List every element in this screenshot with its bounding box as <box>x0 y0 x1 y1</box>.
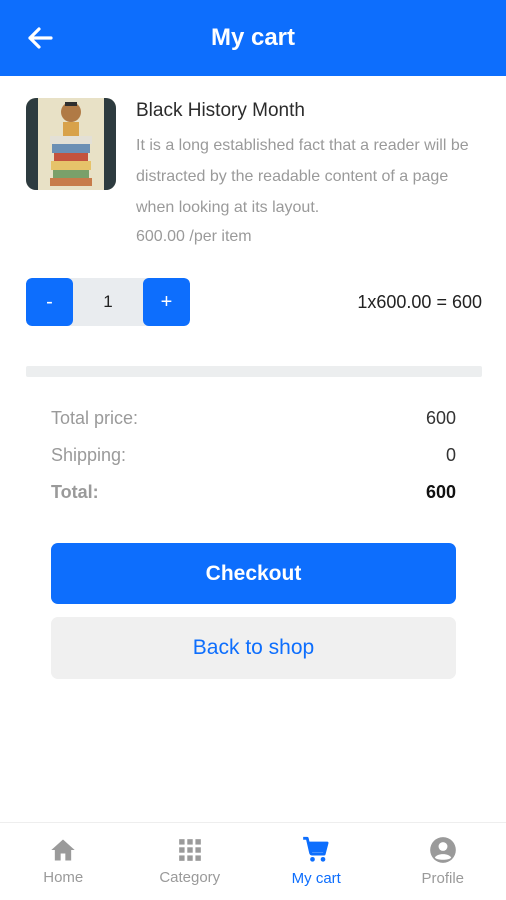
shipping-value: 0 <box>445 445 456 465</box>
grid-icon <box>178 839 201 861</box>
nav-label-category: Category <box>159 869 221 886</box>
nav-item-category[interactable]: Category <box>127 823 254 900</box>
nav-item-profile[interactable]: Profile <box>380 823 506 900</box>
increase-quantity-button[interactable]: + <box>143 278 190 326</box>
product-info: Black History Month It is a long establi… <box>136 98 476 251</box>
checkout-button[interactable]: Checkout <box>51 543 456 604</box>
total-price-value: 600 <box>425 408 456 428</box>
back-to-shop-button[interactable]: Back to shop <box>51 617 456 679</box>
page-title: My cart <box>210 24 296 51</box>
order-summary: Total price: 600 Shipping: 0 Total: 600 <box>51 400 456 511</box>
cart-item: Black History Month It is a long establi… <box>26 98 482 251</box>
total-label: Total: <box>51 482 99 502</box>
product-thumbnail[interactable] <box>26 98 116 190</box>
total-row: Total: 600 <box>51 474 456 511</box>
nav-label-profile: Profile <box>421 870 465 887</box>
quantity-row: - 1 + 1x600.00 = 600 <box>26 278 482 326</box>
total-price-row: Total price: 600 <box>51 400 456 437</box>
decrease-quantity-button[interactable]: - <box>26 278 73 326</box>
home-icon <box>51 839 75 861</box>
line-total: 1x600.00 = 600 <box>357 291 482 312</box>
bottom-navigation: Home Category My cart Profile <box>0 822 506 900</box>
product-unit-price: 600.00 /per item <box>136 228 252 245</box>
account-circle-icon <box>429 837 456 863</box>
nav-label-my-cart: My cart <box>291 870 341 887</box>
total-price-label: Total price: <box>51 408 139 428</box>
total-value: 600 <box>425 482 456 502</box>
section-divider <box>26 366 482 377</box>
quantity-stepper: - 1 + <box>26 278 190 326</box>
shipping-label: Shipping: <box>51 445 127 465</box>
cart-icon <box>303 836 329 862</box>
quantity-value[interactable]: 1 <box>73 278 143 326</box>
back-button[interactable] <box>20 20 60 56</box>
shipping-row: Shipping: 0 <box>51 437 456 474</box>
book-cover-image <box>26 98 116 190</box>
nav-item-home[interactable]: Home <box>0 823 127 900</box>
nav-item-my-cart[interactable]: My cart <box>253 823 380 900</box>
product-name[interactable]: Black History Month <box>136 98 476 124</box>
nav-label-home: Home <box>43 869 84 886</box>
product-description: It is a long established fact that a rea… <box>136 137 469 216</box>
app-header: My cart <box>0 0 506 76</box>
arrow-left-icon <box>28 27 53 49</box>
